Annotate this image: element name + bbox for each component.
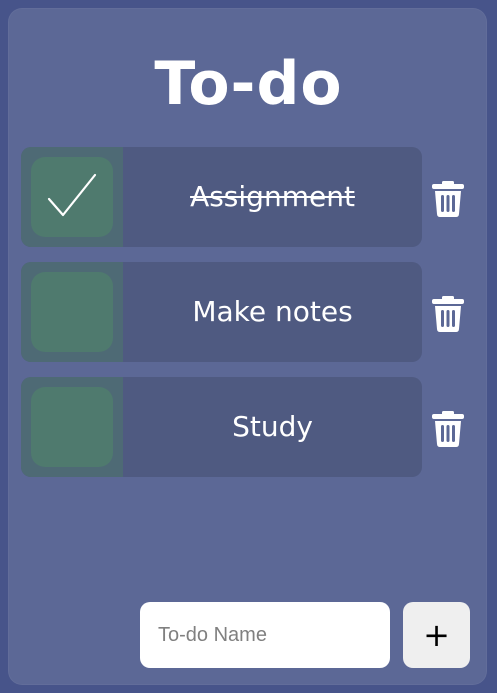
todo-checkbox[interactable] <box>31 157 113 237</box>
delete-button[interactable] <box>432 411 466 451</box>
todo-label: Assignment <box>190 180 355 213</box>
add-todo-button[interactable]: + <box>403 602 470 668</box>
todo-name-input[interactable] <box>140 602 390 668</box>
todo-item: Study <box>21 377 422 477</box>
todo-item: Assignment <box>21 147 422 247</box>
todo-item: Make notes <box>21 262 422 362</box>
todo-checkbox[interactable] <box>31 272 113 352</box>
todo-checkbox-area <box>21 262 123 362</box>
trash-icon <box>432 181 464 217</box>
todo-label: Make notes <box>192 295 353 328</box>
todo-checkbox-area <box>21 147 123 247</box>
trash-icon <box>432 296 464 332</box>
delete-button[interactable] <box>432 296 466 336</box>
delete-button[interactable] <box>432 181 466 221</box>
todo-checkbox-area <box>21 377 123 477</box>
check-icon <box>47 173 97 217</box>
trash-icon <box>432 411 464 447</box>
todo-label: Study <box>232 410 313 443</box>
todo-checkbox[interactable] <box>31 387 113 467</box>
app-title: To-do <box>154 49 343 119</box>
todo-input-wrapper <box>140 602 390 668</box>
